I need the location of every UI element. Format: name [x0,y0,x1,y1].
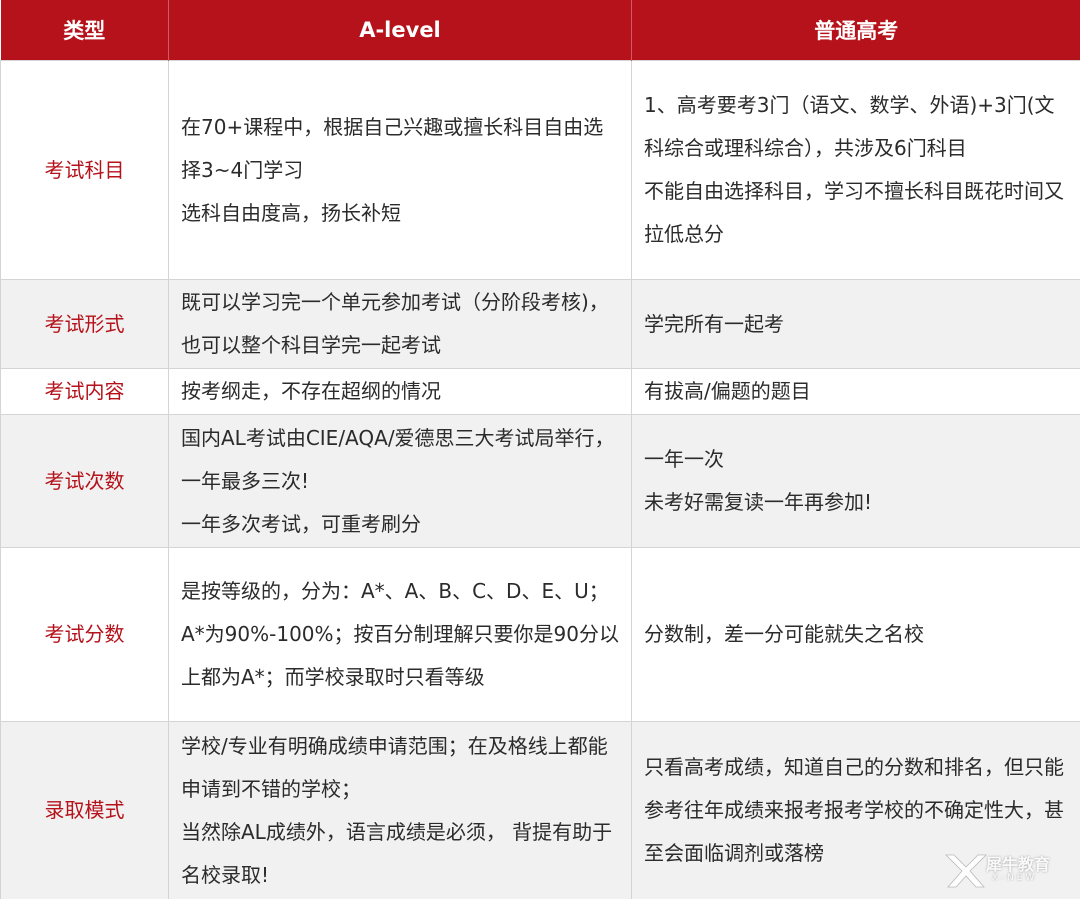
row-alevel-cell: 学校/专业有明确成绩申请范围；在及格线上都能申请到不错的学校； 当然除AL成绩外，… [168,721,632,899]
cell-paragraph: 分数制，差一分可能就失之名校 [644,622,924,646]
cell-paragraph: 一年一次 [644,447,724,471]
row-gaokao-cell: 1、高考要考3门（语文、数学、外语)+3门(文科综合或理科综合），共涉及6门科目… [631,60,1080,280]
cell-paragraph: 有拔高/偏题的题目 [644,379,811,403]
row-type-label: 考试次数 [0,414,169,548]
cell-paragraph: 学完所有一起考 [644,311,784,336]
header-type: 类型 [0,0,169,61]
comparison-table: 类型 A-level 普通高考 考试科目 在70+课程中，根据自己兴趣或擅长科目自… [0,0,1080,899]
row-alevel-cell: 是按等级的，分为：A*、A、B、C、D、E、U；A*为90%-100%；按百分制… [168,547,632,722]
table-header-row: 类型 A-level 普通高考 [0,0,1080,61]
table-row: 考试形式 既可以学习完一个单元参加考试（分阶段考核)，也可以整个科目学完一起考试 学… [0,279,1080,369]
row-gaokao-cell: 学完所有一起考 [631,279,1080,369]
table-row: 考试次数 国内AL考试由CIE/AQA/爱德思三大考试局举行，一年最多三次! 一年多… [0,414,1080,548]
row-type-label: 考试分数 [0,547,169,722]
cell-paragraph: 选科自由度高，扬长补短 [181,200,401,225]
cell-paragraph: 在70+课程中，根据自己兴趣或擅长科目自由选择3~4门学习 [181,114,604,182]
cell-paragraph: 是按等级的，分为：A*、A、B、C、D、E、U；A*为90%-100%；按百分制… [181,579,619,689]
table-row: 考试内容 按考纲走，不存在超纲的情况 有拔高/偏题的题目 [0,368,1080,415]
row-type-label: 考试形式 [0,279,169,369]
cell-paragraph: 学校/专业有明确成绩申请范围；在及格线上都能申请到不错的学校； [181,733,608,801]
row-gaokao-cell: 只看高考成绩，知道自己的分数和排名，但只能参考往年成绩来报考报考学校的不确定性大… [631,721,1080,899]
cell-paragraph: 不能自由选择科目，学习不擅长科目既花时间又拉低总分 [644,179,1064,246]
row-alevel-cell: 按考纲走，不存在超纲的情况 [168,368,632,415]
row-alevel-cell: 国内AL考试由CIE/AQA/爱德思三大考试局举行，一年最多三次! 一年多次考试，… [168,414,632,548]
table-row: 录取模式 学校/专业有明确成绩申请范围；在及格线上都能申请到不错的学校； 当然除AL… [0,721,1080,899]
header-gaokao: 普通高考 [631,0,1080,61]
row-type-label: 考试内容 [0,368,169,415]
cell-paragraph: 只看高考成绩，知道自己的分数和排名，但只能参考往年成绩来报考报考学校的不确定性大… [644,755,1064,865]
table-row: 考试分数 是按等级的，分为：A*、A、B、C、D、E、U；A*为90%-100%；… [0,547,1080,722]
row-type-label: 考试科目 [0,60,169,280]
cell-paragraph: 既可以学习完一个单元参加考试（分阶段考核)，也可以整个科目学完一起考试 [181,290,609,357]
row-alevel-cell: 在70+课程中，根据自己兴趣或擅长科目自由选择3~4门学习选科自由度高，扬长补短 [168,60,632,280]
cell-paragraph: 当然除AL成绩外，语言成绩是必须， 背提有助于名校录取! [181,819,613,887]
row-gaokao-cell: 一年一次未考好需复读一年再参加! [631,414,1080,548]
cell-paragraph: 未考好需复读一年再参加! [644,490,873,514]
cell-paragraph: 按考纲走，不存在超纲的情况 [181,379,441,403]
row-gaokao-cell: 有拔高/偏题的题目 [631,368,1080,415]
row-gaokao-cell: 分数制，差一分可能就失之名校 [631,547,1080,722]
header-alevel: A-level [168,0,632,61]
table-row: 考试科目 在70+课程中，根据自己兴趣或擅长科目自由选择3~4门学习选科自由度高，… [0,60,1080,280]
row-alevel-cell: 既可以学习完一个单元参加考试（分阶段考核)，也可以整个科目学完一起考试 [168,279,632,369]
row-type-label: 录取模式 [0,721,169,899]
cell-paragraph: 1、高考要考3门（语文、数学、外语)+3门(文科综合或理科综合），共涉及6门科目 [644,93,1055,160]
cell-paragraph: 国内AL考试由CIE/AQA/爱德思三大考试局举行，一年最多三次! [181,425,615,493]
cell-paragraph: 一年多次考试，可重考刷分 [181,511,421,536]
